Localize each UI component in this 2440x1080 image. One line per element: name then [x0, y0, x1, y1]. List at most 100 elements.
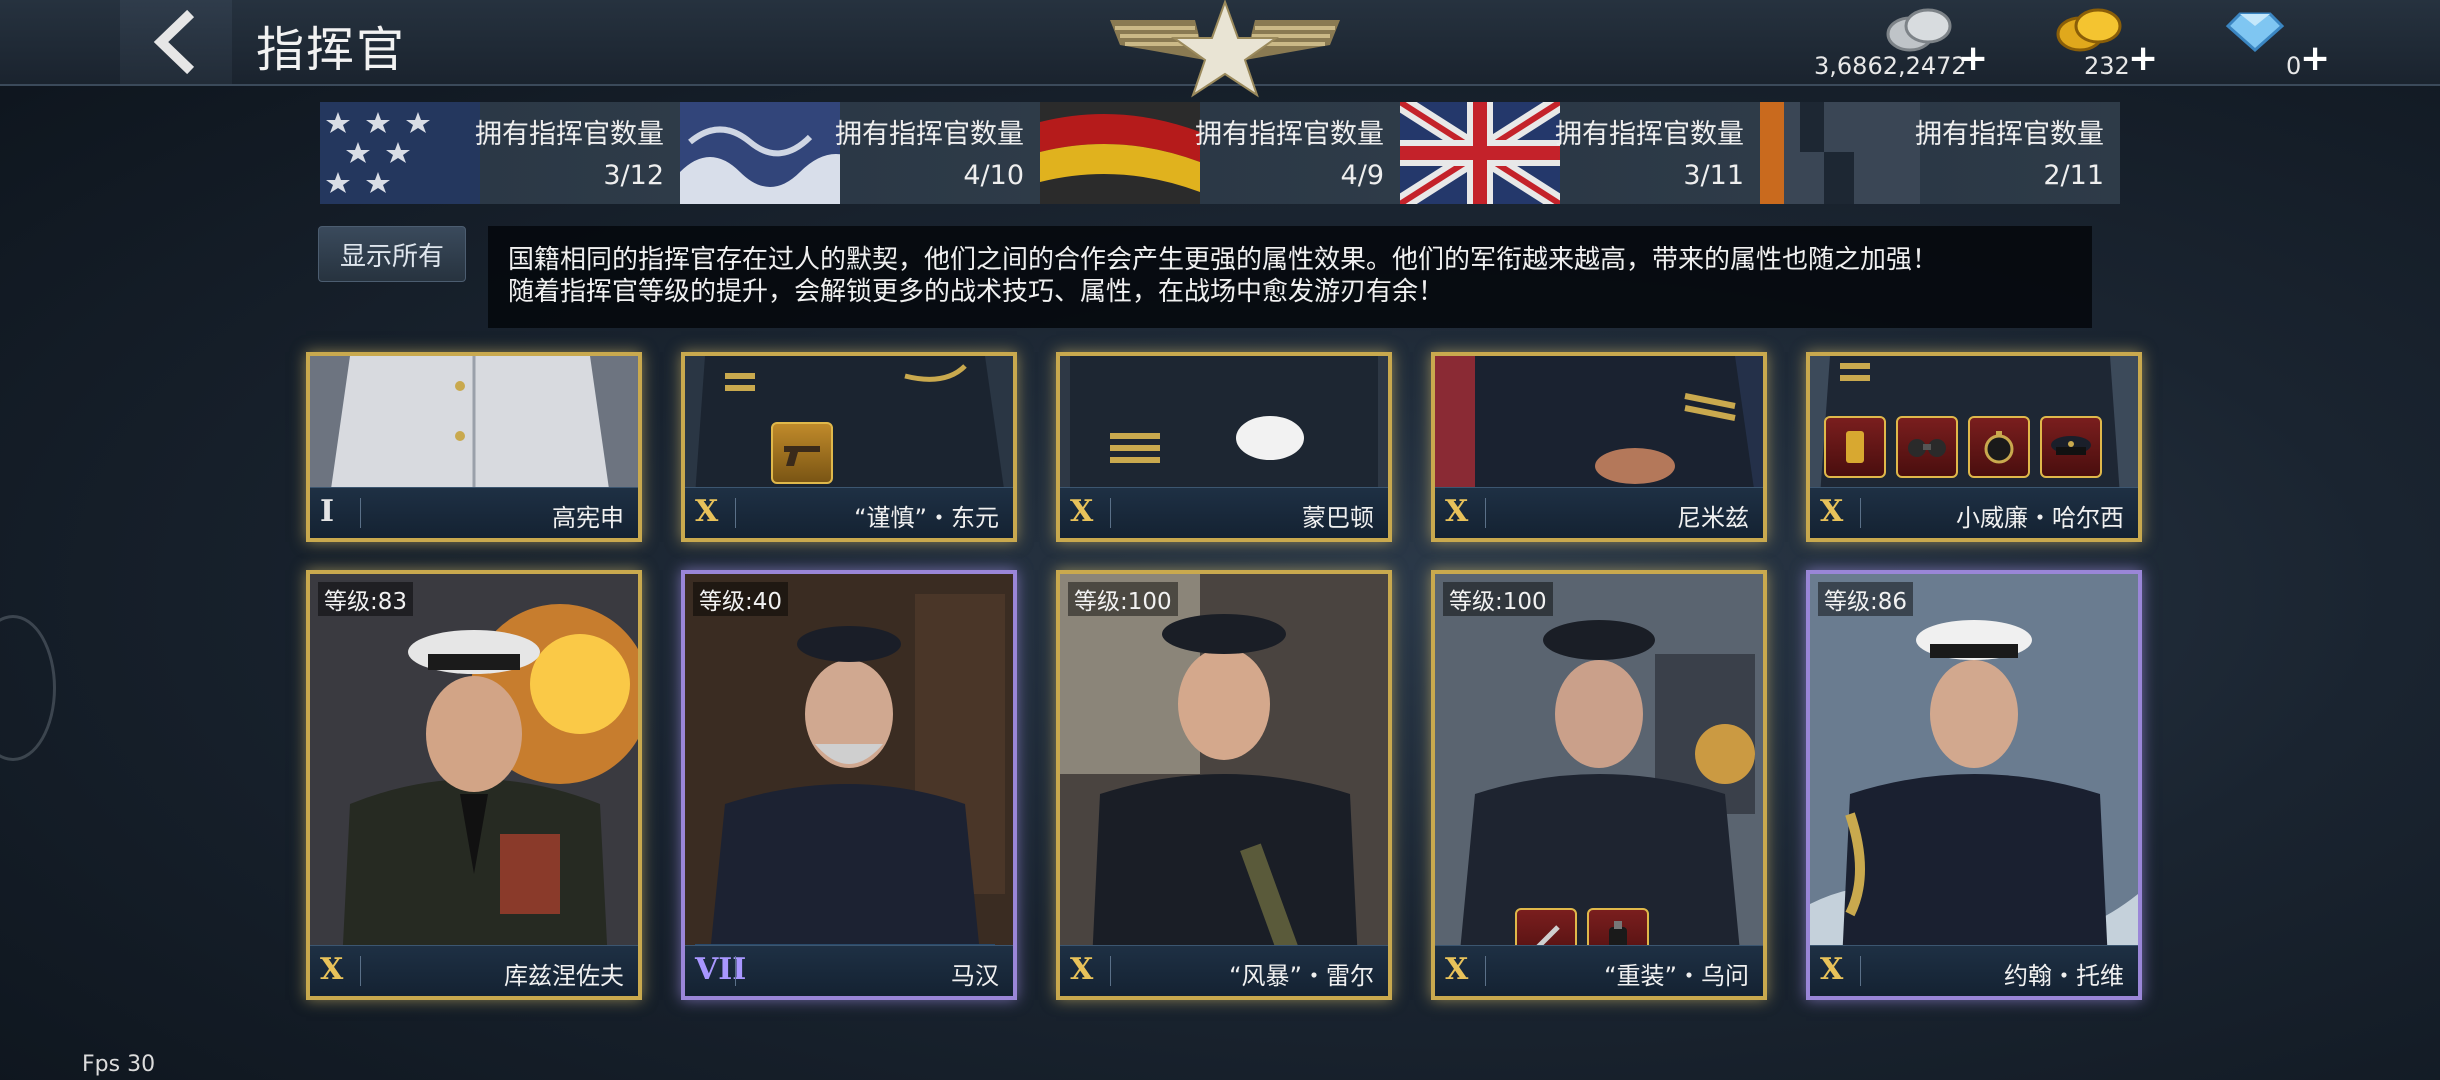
commander-card[interactable]: 等级:40 VII 马汉 — [681, 570, 1017, 1000]
commander-name: “重装”・乌问 — [1604, 962, 1749, 990]
binoculars-item-icon[interactable] — [1896, 416, 1958, 478]
commander-name: “谨慎”・东元 — [854, 504, 999, 532]
commander-name-bar: X 约翰・托维 — [1810, 945, 2138, 996]
description-line-1: 国籍相同的指挥官存在过人的默契，他们之间的合作会产生更强的属性效果。他们的军衔越… — [508, 245, 1939, 275]
commander-name: 高宪申 — [552, 504, 624, 532]
commander-card[interactable]: X 蒙巴顿 — [1056, 352, 1392, 542]
commander-portrait — [310, 356, 638, 496]
nation-count-value: 3/11 — [1683, 160, 1744, 191]
star-wings-emblem-icon — [1110, 0, 1340, 98]
nation-filter-other[interactable]: 拥有指挥官数量 2/11 — [1760, 102, 2120, 204]
nation-count-label: 拥有指挥官数量 — [1195, 119, 1384, 150]
commander-card[interactable]: I 高宪申 — [306, 352, 642, 542]
commander-name-bar: X “风暴”・雷尔 — [1060, 945, 1388, 996]
divider — [1110, 956, 1111, 986]
divider — [1110, 498, 1111, 528]
nation-count-label: 拥有指挥官数量 — [835, 119, 1024, 150]
rank-badge: X — [1445, 952, 1469, 987]
lighter-item-icon[interactable] — [1824, 416, 1886, 478]
commander-portrait — [310, 574, 638, 996]
nation-filter-japan[interactable]: 拥有指挥官数量 4/10 — [680, 102, 1040, 204]
rank-badge: VII — [695, 952, 747, 987]
description-line-2: 随着指挥官等级的提升，会解锁更多的战术技巧、属性，在战场中愈发游刃有余！ — [508, 277, 1445, 307]
divider — [360, 498, 361, 528]
page-title: 指挥官 — [256, 22, 407, 78]
pistol-item-icon[interactable] — [771, 422, 833, 484]
silver-amount: 3,6862,2472 — [1814, 52, 1967, 80]
nation-filter-germany[interactable]: 拥有指挥官数量 4/9 — [1040, 102, 1400, 204]
commander-level: 等级:86 — [1818, 582, 1914, 616]
equipment-slots — [771, 422, 833, 484]
gold-resource: 232 + — [2040, 0, 2160, 84]
commander-level: 等级:83 — [318, 582, 414, 616]
diamond-resource: 0 + — [2210, 0, 2330, 84]
back-button[interactable] — [120, 0, 232, 84]
commander-portrait — [685, 574, 1013, 996]
add-diamond-button[interactable]: + — [2300, 38, 2330, 79]
commander-card[interactable]: X 小威廉・哈尔西 — [1806, 352, 2142, 542]
divider — [1860, 498, 1861, 528]
commander-name-bar: X “重装”・乌问 — [1435, 945, 1763, 996]
commander-card[interactable]: 等级:100 X “重装”・乌问 — [1431, 570, 1767, 1000]
pocket-watch-item-icon[interactable] — [1968, 416, 2030, 478]
rank-badge: X — [1820, 494, 1844, 529]
rank-badge: I — [320, 494, 335, 529]
divider — [1860, 956, 1861, 986]
commander-card[interactable]: X “谨慎”・东元 — [681, 352, 1017, 542]
commander-portrait — [1810, 574, 2138, 996]
nation-count-label: 拥有指挥官数量 — [1555, 119, 1744, 150]
commander-name-bar: VII 马汉 — [685, 945, 1013, 996]
commander-portrait — [1060, 356, 1388, 496]
nation-count-label: 拥有指挥官数量 — [1915, 119, 2104, 150]
description-box: 国籍相同的指挥官存在过人的默契，他们之间的合作会产生更强的属性效果。他们的军衔越… — [488, 226, 2092, 328]
japan-wave-flag-icon — [680, 102, 840, 204]
commander-name: 尼米兹 — [1677, 504, 1749, 532]
rank-badge: X — [1445, 494, 1469, 529]
silver-resource: 3,6862,2472 + — [1810, 0, 1990, 84]
commander-card[interactable]: 等级:86 X 约翰・托维 — [1806, 570, 2142, 1000]
commander-level: 等级:100 — [1443, 582, 1553, 616]
show-all-button[interactable]: 显示所有 — [318, 226, 466, 282]
commander-card[interactable]: 等级:100 X “风暴”・雷尔 — [1056, 570, 1392, 1000]
divider — [735, 956, 736, 986]
uk-flag-icon — [1400, 102, 1560, 204]
commander-portrait — [1060, 574, 1388, 996]
commander-name: 小威廉・哈尔西 — [1956, 504, 2124, 532]
commander-name-bar: I 高宪申 — [310, 487, 638, 538]
rank-badge: X — [1820, 952, 1844, 987]
nation-count-label: 拥有指挥官数量 — [475, 119, 664, 150]
rank-badge: X — [1070, 494, 1094, 529]
nation-filter-usa[interactable]: 拥有指挥官数量 3/12 — [320, 102, 680, 204]
commander-name: 库兹涅佐夫 — [504, 962, 624, 990]
rank-badge: X — [1070, 952, 1094, 987]
commander-name-bar: X 尼米兹 — [1435, 487, 1763, 538]
nation-count-value: 4/9 — [1340, 160, 1384, 191]
commander-name: 约翰・托维 — [2004, 962, 2124, 990]
commander-card[interactable]: X 尼米兹 — [1431, 352, 1767, 542]
commander-level: 等级:40 — [693, 582, 789, 616]
commander-name-bar: X 小威廉・哈尔西 — [1810, 487, 2138, 538]
add-silver-button[interactable]: + — [1958, 38, 1988, 79]
rank-badge: X — [320, 952, 344, 987]
add-gold-button[interactable]: + — [2128, 38, 2158, 79]
commander-card[interactable]: 等级:83 X 库兹涅佐夫 — [306, 570, 642, 1000]
divider — [360, 956, 361, 986]
germany-flag-icon — [1040, 102, 1200, 204]
nation-filter-uk[interactable]: 拥有指挥官数量 3/11 — [1400, 102, 1760, 204]
gold-amount: 232 — [2084, 52, 2130, 80]
equipment-slots — [1824, 416, 2102, 478]
commander-level: 等级:100 — [1068, 582, 1178, 616]
nation-count-value: 4/10 — [963, 160, 1024, 191]
rank-badge: X — [695, 494, 719, 529]
top-bar: 指挥官 3,6862,2472 + 232 + 0 + — [0, 0, 2440, 98]
commander-portrait — [685, 356, 1013, 496]
side-scroll-handle[interactable] — [0, 615, 56, 761]
nation-count-value: 2/11 — [2043, 160, 2104, 191]
commander-name-bar: X 蒙巴顿 — [1060, 487, 1388, 538]
commander-name: “风暴”・雷尔 — [1229, 962, 1374, 990]
commander-name-bar: X “谨慎”・东元 — [685, 487, 1013, 538]
usa-flag-icon — [320, 102, 480, 204]
diamond-amount: 0 — [2286, 52, 2302, 80]
officer-cap-item-icon[interactable] — [2040, 416, 2102, 478]
diamond-icon — [2225, 12, 2285, 53]
